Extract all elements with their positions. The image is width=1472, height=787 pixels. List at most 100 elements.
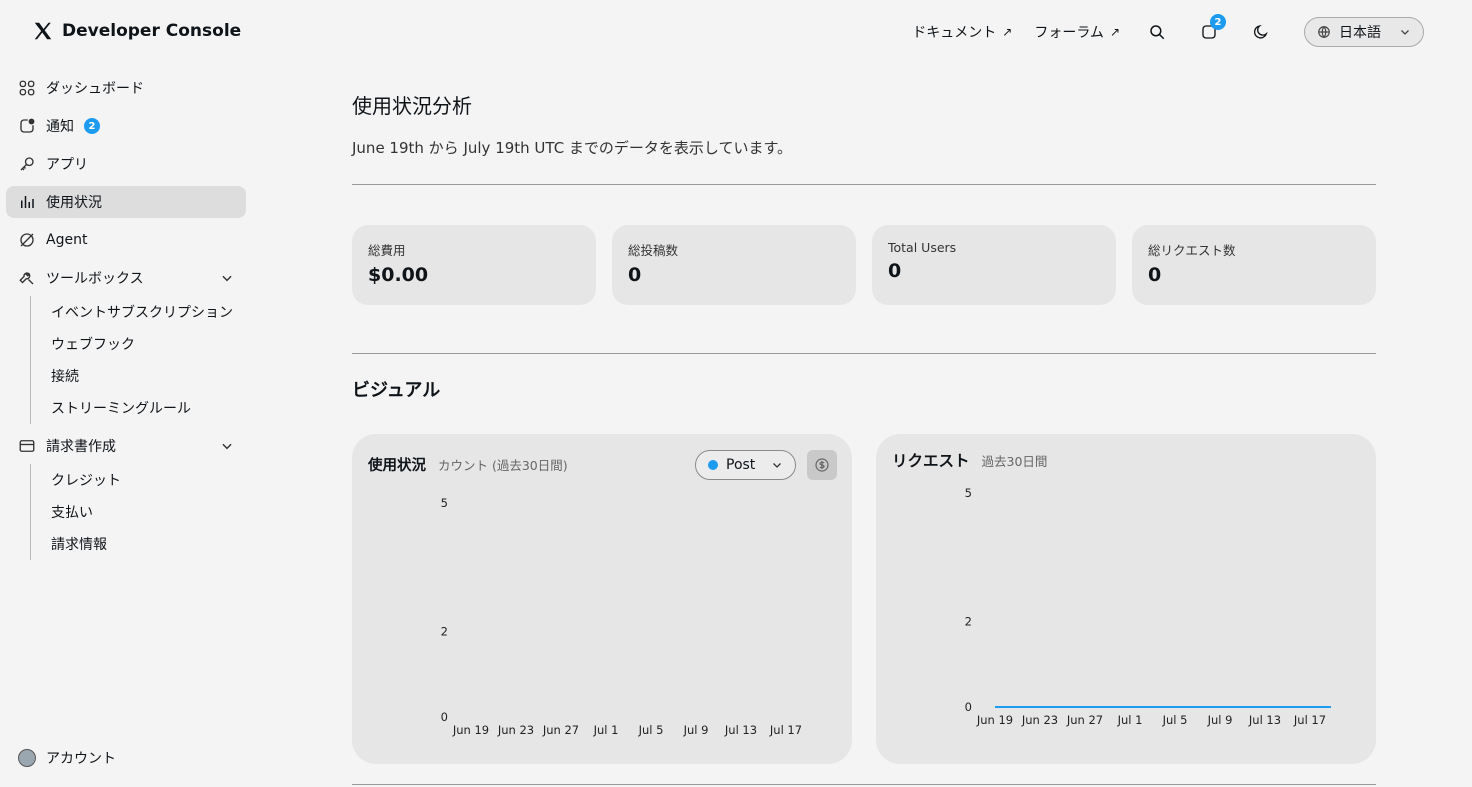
top-nav: ドキュメント ↗ フォーラム ↗ 2 日本語 — [912, 14, 1424, 47]
y-tick-label: 2 — [965, 614, 972, 628]
card-title: リクエスト — [892, 452, 970, 470]
card-subtitle: 過去30日間 — [981, 454, 1048, 469]
section-title-visual: ビジュアル — [352, 380, 441, 401]
docs-link[interactable]: ドキュメント ↗ — [912, 22, 1012, 42]
credit-card-icon — [19, 440, 35, 452]
cost-toggle-button[interactable] — [807, 450, 837, 480]
chevron-down-icon — [773, 463, 781, 468]
sidebar-subitem-connections[interactable]: 接続 — [51, 360, 246, 392]
notification-badge: 2 — [1210, 14, 1226, 30]
search-icon — [1150, 25, 1165, 40]
divider — [352, 784, 1376, 785]
sidebar-subitem-payments[interactable]: 支払い — [51, 496, 246, 528]
chevron-down-icon — [222, 443, 232, 450]
usage-chart-card: 0 2 5 Jun 19 Jun 23 Jun 27 Jul 1 Jul 5 Jul 9 Jul … — [352, 434, 852, 764]
language-select[interactable]: 日本語 — [1304, 17, 1424, 47]
x-tick-label: Jun 27 — [1066, 713, 1103, 727]
page-subtitle: June 19th から July 19th UTC までのデータを表示していま… — [352, 139, 792, 157]
stat-value: 0 — [888, 260, 902, 282]
stat-label: 総投稿数 — [628, 243, 679, 258]
brand-logo[interactable]: Developer Console — [32, 20, 241, 42]
requests-chart: 0 2 5 Jun 19 Jun 23 Jun 27 Jul 1 Jul 5 Jul 9 Jul … — [965, 486, 1331, 727]
bar-chart-icon — [21, 196, 34, 208]
external-link-icon: ↗ — [1109, 25, 1120, 39]
sidebar-item-billing[interactable]: 請求書作成 — [6, 430, 246, 462]
stat-label: 総リクエスト数 — [1148, 243, 1236, 258]
sidebar-subitem-streaming-rules[interactable]: ストリーミングルール — [51, 392, 246, 424]
stats-row: 総費用 $0.00 総投稿数 0 Total Users 0 総リクエスト数 0 — [352, 225, 1376, 305]
sidebar-subitem-webhooks[interactable]: ウェブフック — [51, 328, 246, 360]
stat-card-total-users: Total Users 0 — [872, 225, 1116, 305]
language-label: 日本語 — [1339, 25, 1381, 41]
x-tick-label: Jul 13 — [1248, 713, 1281, 727]
account-link[interactable]: アカウント — [18, 748, 116, 768]
moon-icon — [1253, 24, 1268, 39]
stat-label: Total Users — [888, 240, 957, 255]
stat-value: 0 — [628, 264, 642, 286]
sidebar-item-label: 通知 — [46, 119, 74, 135]
sidebar-subitem-billing-info[interactable]: 請求情報 — [51, 528, 246, 560]
sidebar-item-usage[interactable]: 使用状況 — [6, 186, 246, 218]
series-color-dot — [708, 460, 718, 470]
search-button[interactable] — [1142, 17, 1172, 47]
sidebar-item-label: 請求書作成 — [46, 439, 116, 455]
sidebar-item-toolbox[interactable]: ツールボックス — [6, 262, 246, 294]
main-content: 使用状況分析 June 19th から July 19th UTC までのデータ… — [352, 90, 1376, 764]
globe-icon — [1318, 26, 1330, 39]
dollar-icon — [815, 458, 829, 472]
notification-badge: 2 — [84, 118, 100, 134]
metric-select-label: Post — [726, 457, 756, 473]
sidebar-item-apps[interactable]: アプリ — [6, 148, 246, 180]
usage-chart: 0 2 5 Jun 19 Jun 23 Jun 27 Jul 1 Jul 5 Jul 9 Jul … — [441, 496, 802, 737]
stat-value: 0 — [1148, 264, 1162, 286]
sidebar-item-label: ツールボックス — [46, 271, 144, 287]
x-tick-label: Jun 23 — [1021, 713, 1058, 727]
sidebar-subitem-credits[interactable]: クレジット — [51, 464, 246, 496]
sidebar-subitem-event-subscriptions[interactable]: イベントサブスクリプション — [51, 296, 246, 328]
dashboard-icon — [19, 80, 35, 96]
chevron-down-icon — [222, 275, 232, 282]
x-logo-icon — [34, 22, 52, 40]
y-tick-label: 2 — [441, 624, 448, 638]
sidebar-item-label: 使用状況 — [46, 195, 102, 211]
theme-toggle[interactable] — [1246, 17, 1276, 47]
stat-card-total-requests: 総リクエスト数 0 — [1132, 225, 1376, 305]
sidebar-item-label: Agent — [46, 232, 88, 248]
forum-link[interactable]: フォーラム ↗ — [1034, 22, 1120, 42]
notifications-button[interactable]: 2 — [1194, 14, 1226, 47]
x-tick-label: Jun 19 — [452, 723, 489, 737]
billing-submenu: クレジット 支払い 請求情報 — [30, 464, 246, 560]
sidebar-item-label: ダッシュボード — [46, 81, 144, 97]
sidebar: ダッシュボード 通知 2 アプリ 使用状況 Agent ツールボックス イベント… — [6, 72, 246, 566]
docs-link-label: ドキュメント — [912, 25, 997, 41]
agent-icon — [20, 233, 34, 247]
brand-title: Developer Console — [62, 21, 242, 41]
sidebar-item-dashboard[interactable]: ダッシュボード — [6, 72, 246, 104]
sidebar-item-notifications[interactable]: 通知 2 — [6, 110, 246, 142]
card-header: リクエスト 過去30日間 — [892, 449, 1047, 471]
card-header: 使用状況 カウント (過去30日間) — [368, 454, 568, 475]
y-tick-label: 0 — [441, 710, 448, 724]
metric-select[interactable]: Post — [695, 450, 796, 480]
stat-card-total-cost: 総費用 $0.00 — [352, 225, 596, 305]
page-title: 使用状況分析 — [352, 94, 472, 118]
divider — [352, 184, 1376, 185]
y-tick-label: 5 — [965, 486, 972, 500]
sidebar-item-agent[interactable]: Agent — [6, 224, 246, 256]
sidebar-item-label: アプリ — [46, 157, 88, 173]
x-tick-label: Jul 9 — [1207, 713, 1233, 727]
requests-chart-card: 0 2 5 Jun 19 Jun 23 Jun 27 Jul 1 Jul 5 Jul 9 Jul … — [876, 434, 1376, 764]
forum-link-label: フォーラム — [1034, 25, 1104, 41]
x-tick-label: Jul 9 — [683, 723, 709, 737]
x-tick-label: Jul 1 — [1117, 713, 1143, 727]
x-tick-label: Jul 17 — [1293, 713, 1326, 727]
account-label: アカウント — [46, 751, 116, 767]
divider — [352, 353, 1376, 354]
x-tick-label: Jul 17 — [769, 723, 802, 737]
y-tick-label: 5 — [441, 496, 448, 510]
x-tick-label: Jul 5 — [638, 723, 664, 737]
stat-label: 総費用 — [368, 243, 406, 258]
charts-row: 0 2 5 Jun 19 Jun 23 Jun 27 Jul 1 Jul 5 Jul 9 Jul … — [352, 434, 1376, 764]
y-tick-label: 0 — [965, 700, 972, 714]
x-tick-label: Jul 13 — [724, 723, 757, 737]
